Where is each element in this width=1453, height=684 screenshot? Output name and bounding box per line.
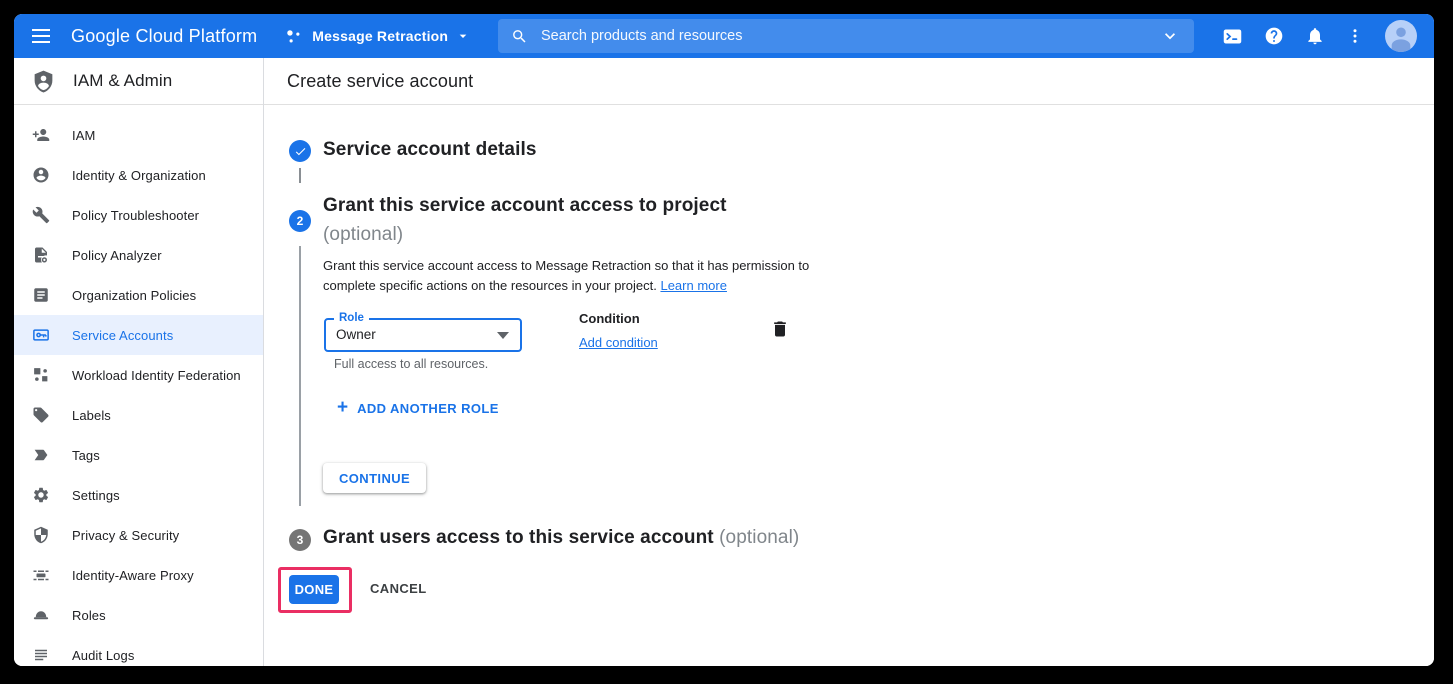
chevron-down-icon (455, 28, 471, 44)
role-field-value: Owner (336, 320, 376, 350)
sidebar-item-label: Service Accounts (72, 328, 173, 343)
sidebar-item-settings[interactable]: Settings (14, 475, 263, 515)
project-name: Message Retraction (312, 28, 448, 44)
project-icon (284, 27, 303, 46)
sidebar-item-label: Policy Troubleshooter (72, 208, 199, 223)
add-condition-link[interactable]: Add condition (579, 335, 658, 350)
sidebar-item-identity-aware-proxy[interactable]: Identity-Aware Proxy (14, 555, 263, 595)
step2-description: Grant this service account access to Mes… (323, 256, 815, 296)
wrench-icon (32, 206, 50, 224)
sidebar-item-tags[interactable]: Tags (14, 435, 263, 475)
sidebar-item-label: Labels (72, 408, 111, 423)
search-input[interactable] (541, 28, 1160, 44)
list-lines-icon (32, 646, 50, 664)
article-icon (32, 286, 50, 304)
tag-arrow-icon (32, 446, 50, 464)
notifications-bell-icon[interactable] (1305, 26, 1325, 46)
topbar-actions (1222, 14, 1417, 58)
sidebar-item-label: Identity-Aware Proxy (72, 568, 194, 583)
step2-optional-label: (optional) (323, 224, 403, 246)
hat-icon (32, 606, 50, 624)
done-button[interactable]: DONE (289, 575, 339, 604)
step2-title: Grant this service account access to pro… (323, 195, 727, 217)
delete-role-trash-icon[interactable] (770, 319, 790, 339)
sidebar-menu: IAM Identity & Organization Policy Troub… (14, 105, 263, 666)
person-add-icon (32, 126, 50, 144)
learn-more-link[interactable]: Learn more (660, 278, 726, 293)
project-selector[interactable]: Message Retraction (284, 27, 471, 46)
stepper-connector (299, 246, 301, 506)
step3-title: Grant users access to this service accou… (323, 527, 799, 549)
account-circle-icon (32, 166, 50, 184)
step1-completed-check-icon (289, 140, 311, 162)
main-content: Create service account Service account d… (264, 58, 1434, 666)
step3-optional-label: (optional) (719, 527, 799, 548)
sidebar-item-policy-troubleshooter[interactable]: Policy Troubleshooter (14, 195, 263, 235)
sidebar-item-labels[interactable]: Labels (14, 395, 263, 435)
sidebar-item-service-accounts[interactable]: Service Accounts (14, 315, 263, 355)
create-service-account-stepper: Service account details 2 Grant this ser… (264, 58, 1434, 666)
sidebar-item-roles[interactable]: Roles (14, 595, 263, 635)
role-select[interactable]: Role Owner (324, 318, 522, 352)
step1-title: Service account details (323, 139, 537, 161)
sidebar-item-label: Identity & Organization (72, 168, 206, 183)
product-title[interactable]: Google Cloud Platform (71, 26, 257, 47)
label-tag-icon (32, 406, 50, 424)
add-another-role-button[interactable]: + ADD ANOTHER ROLE (337, 400, 499, 416)
stepper-connector (299, 168, 301, 183)
sidebar-item-label: Tags (72, 448, 100, 463)
step3-number-badge: 3 (289, 529, 311, 551)
sidebar-item-policy-analyzer[interactable]: Policy Analyzer (14, 235, 263, 275)
dropdown-arrow-icon (497, 332, 509, 339)
role-helper-text: Full access to all resources. (334, 357, 488, 371)
gear-icon (32, 486, 50, 504)
sidebar-item-label: Privacy & Security (72, 528, 179, 543)
workload-grid-icon (32, 366, 50, 384)
condition-label: Condition (579, 311, 640, 326)
sidebar-item-workload-identity-federation[interactable]: Workload Identity Federation (14, 355, 263, 395)
search-icon (511, 28, 528, 45)
iam-admin-shield-icon (31, 69, 56, 94)
sidebar-item-label: Roles (72, 608, 106, 623)
sidebar-item-iam[interactable]: IAM (14, 115, 263, 155)
proxy-icon (32, 566, 50, 584)
step2-number-badge: 2 (289, 210, 311, 232)
service-account-key-icon (32, 326, 50, 344)
top-navigation-bar: Google Cloud Platform Message Retraction (14, 14, 1434, 58)
sidebar-item-label: Workload Identity Federation (72, 368, 241, 383)
chevron-down-icon[interactable] (1160, 26, 1180, 46)
continue-button[interactable]: CONTINUE (323, 463, 426, 493)
browser-viewport: Google Cloud Platform Message Retraction (14, 14, 1434, 666)
shield-icon (32, 526, 50, 544)
sidebar-item-organization-policies[interactable]: Organization Policies (14, 275, 263, 315)
sidebar-header: IAM & Admin (14, 58, 263, 105)
screenshot-frame: Google Cloud Platform Message Retraction (0, 0, 1453, 684)
avatar[interactable] (1385, 20, 1417, 52)
sidebar-item-label: Organization Policies (72, 288, 196, 303)
sidebar-item-label: Audit Logs (72, 648, 134, 663)
search-bar[interactable] (498, 19, 1194, 53)
document-gear-icon (32, 246, 50, 264)
cancel-button[interactable]: CANCEL (370, 581, 427, 596)
sidebar-item-identity-organization[interactable]: Identity & Organization (14, 155, 263, 195)
menu-icon[interactable] (29, 24, 53, 48)
sidebar: IAM & Admin IAM Identity & Organization … (14, 58, 264, 666)
cloud-shell-icon[interactable] (1222, 26, 1243, 47)
plus-icon: + (337, 400, 348, 416)
sidebar-item-label: Policy Analyzer (72, 248, 162, 263)
sidebar-item-audit-logs[interactable]: Audit Logs (14, 635, 263, 666)
more-vertical-icon[interactable] (1346, 27, 1364, 45)
sidebar-item-privacy-security[interactable]: Privacy & Security (14, 515, 263, 555)
help-icon[interactable] (1264, 26, 1284, 46)
sidebar-item-label: Settings (72, 488, 120, 503)
person-icon (1385, 20, 1417, 52)
sidebar-title: IAM & Admin (73, 71, 172, 91)
sidebar-item-label: IAM (72, 128, 95, 143)
